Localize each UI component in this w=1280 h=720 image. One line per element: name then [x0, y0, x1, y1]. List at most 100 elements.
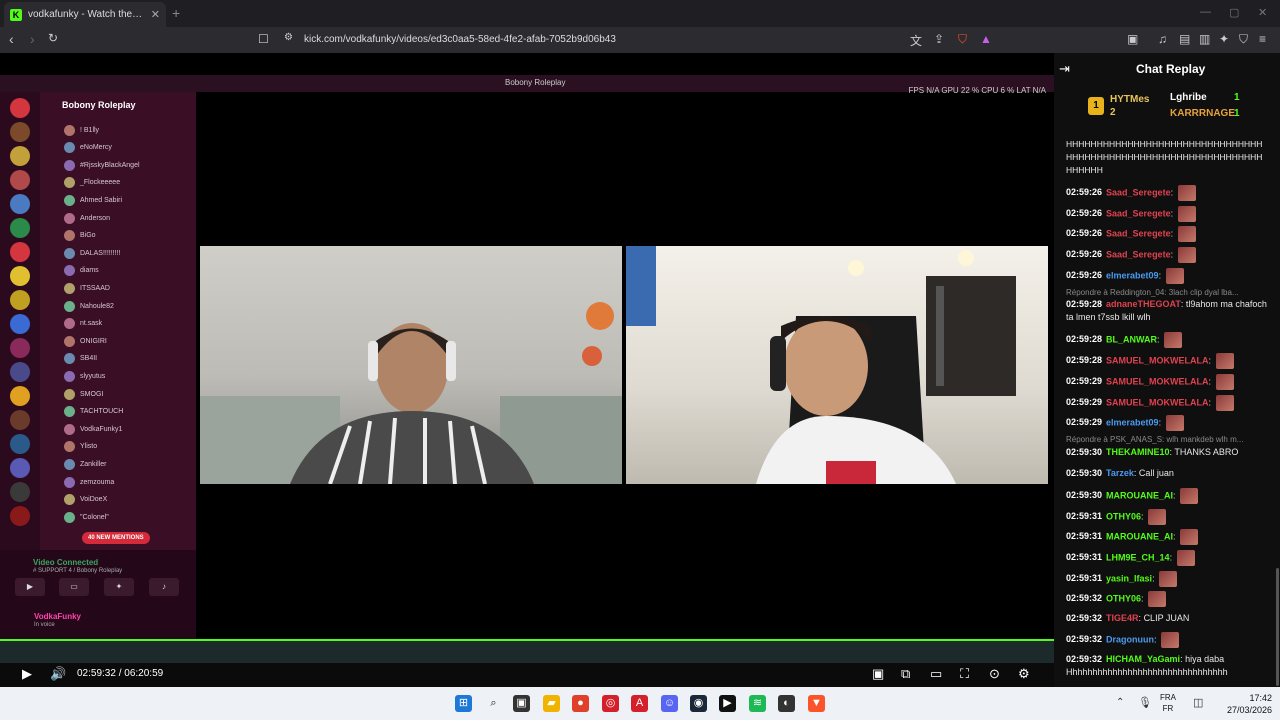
message-username[interactable]: adnaneTHEGOAT	[1106, 299, 1181, 309]
settings-icon[interactable]: ⚙	[1018, 666, 1030, 682]
chat-scrollbar[interactable]	[1276, 568, 1279, 686]
voice-user[interactable]: VodkaFunky1	[64, 421, 122, 437]
reload-icon[interactable]: ↻	[48, 31, 58, 45]
server-icon[interactable]	[10, 170, 30, 190]
voice-user[interactable]: Zankiller	[64, 456, 106, 472]
pip-icon[interactable]: ⧉	[901, 666, 910, 682]
message-username[interactable]: TIGE4R	[1106, 613, 1139, 623]
back-icon[interactable]: ‹	[9, 31, 14, 47]
collapse-chat-icon[interactable]: ⇥	[1059, 61, 1070, 77]
message-username[interactable]: OTHY06	[1106, 511, 1141, 521]
new-mentions-badge[interactable]: 40 NEW MENTIONS	[82, 532, 150, 544]
voice-user[interactable]: Ahmed Sabiri	[64, 192, 122, 208]
server-icon[interactable]	[10, 194, 30, 214]
soundboard-icon[interactable]: ♪	[149, 578, 179, 596]
translate-icon[interactable]: 文	[910, 32, 922, 49]
voice-user[interactable]: Anderson	[64, 210, 110, 226]
message-username[interactable]: Saad_Seregete	[1106, 249, 1171, 259]
message-username[interactable]: Saad_Seregete	[1106, 208, 1171, 218]
message-username[interactable]: Tarzek	[1106, 468, 1134, 478]
wallet-icon[interactable]: ▥	[1199, 32, 1210, 46]
voice-user[interactable]: TACHTOUCH	[64, 404, 123, 420]
message-username[interactable]: MAROUANE_AI	[1106, 490, 1173, 500]
steam-icon[interactable]: ◉	[690, 695, 707, 712]
server-icon[interactable]	[10, 266, 30, 286]
server-icon[interactable]	[10, 386, 30, 406]
reading-list-icon[interactable]: ▤	[1179, 32, 1190, 46]
server-icon[interactable]	[10, 242, 30, 262]
voice-user[interactable]: eNoMercy	[64, 140, 112, 156]
voice-user[interactable]: DALAS!!!!!!!!!	[64, 245, 120, 261]
chrome-icon[interactable]: ●	[572, 695, 589, 712]
server-icon[interactable]	[10, 482, 30, 502]
voice-user[interactable]: Nahoule82	[64, 298, 114, 314]
voice-user[interactable]: zemzouma	[64, 474, 114, 490]
close-tab-icon[interactable]: ✕	[151, 8, 160, 21]
server-icon[interactable]	[10, 290, 30, 310]
bookmark-icon[interactable]: ☐	[258, 32, 269, 46]
server-icon[interactable]	[10, 410, 30, 430]
server-icon[interactable]	[10, 434, 30, 454]
theater-mode-icon[interactable]: ▭	[930, 666, 942, 682]
network-icon[interactable]: ◫	[1193, 696, 1203, 709]
capcut-icon[interactable]: ▶	[719, 695, 736, 712]
server-icon[interactable]	[10, 146, 30, 166]
server-icon[interactable]	[10, 98, 30, 118]
file-explorer-icon[interactable]: ▰	[543, 695, 560, 712]
spotify-icon[interactable]: ≋	[749, 695, 766, 712]
minimize-icon[interactable]: —	[1200, 6, 1211, 18]
reply-context[interactable]: Répondre à PSK_ANAS_S: wlh mankdeb wlh m…	[1066, 435, 1276, 444]
volume-icon[interactable]: 🔊	[50, 666, 66, 682]
site-info-icon[interactable]: ⚙	[284, 32, 293, 43]
app-icon[interactable]: A	[631, 695, 648, 712]
message-username[interactable]: elmerabet09	[1106, 417, 1159, 427]
message-username[interactable]: LHM9E_CH_14	[1106, 552, 1170, 562]
leader-name[interactable]: HYTMes	[1110, 94, 1149, 105]
server-icon[interactable]	[10, 314, 30, 334]
message-username[interactable]: SAMUEL_MOKWELALA	[1106, 397, 1209, 407]
sidebar-toggle-icon[interactable]: ▣	[1127, 32, 1138, 46]
fullscreen-icon[interactable]: ⛶	[960, 666, 969, 682]
close-window-icon[interactable]: ✕	[1258, 6, 1267, 19]
url-field[interactable]: kick.com/vodkafunky/videos/ed3c0aa5-58ed…	[304, 34, 616, 45]
voice-user[interactable]: VoiDoeX	[64, 492, 107, 508]
message-username[interactable]: SAMUEL_MOKWELALA	[1106, 376, 1209, 386]
message-username[interactable]: MAROUANE_AI	[1106, 531, 1173, 541]
leader-name[interactable]: KARRRNAGE	[1170, 108, 1235, 119]
vpn-icon[interactable]: ⛉	[1239, 32, 1248, 47]
voice-user[interactable]: ! B1lly	[64, 122, 99, 138]
message-username[interactable]: elmerabet09	[1106, 270, 1159, 280]
server-icon[interactable]	[10, 338, 30, 358]
browser-tab[interactable]: K vodkafunky - Watch the VOD on Kick ✕	[4, 2, 166, 27]
voice-user[interactable]: _Flockeeeee	[64, 175, 120, 191]
clip-icon[interactable]: ▣	[872, 666, 884, 682]
tray-chevron-icon[interactable]: ⌃	[1116, 697, 1124, 708]
server-icon[interactable]	[10, 218, 30, 238]
voice-user[interactable]: slyyutus	[64, 368, 105, 384]
share-icon[interactable]: ⇪	[934, 32, 944, 46]
microphone-icon[interactable]: 🎙	[1138, 696, 1152, 709]
voice-user[interactable]: ONIGIRI	[64, 333, 107, 349]
brave-shield-icon[interactable]: ⛉	[958, 32, 967, 47]
server-icon[interactable]	[10, 458, 30, 478]
forward-icon[interactable]: ›	[30, 31, 35, 47]
server-icon[interactable]	[10, 506, 30, 526]
voice-user[interactable]: "Colonel"	[64, 509, 109, 525]
screen-share-icon[interactable]: ▭	[59, 578, 89, 596]
windows-start-icon[interactable]: ⊞	[455, 695, 472, 712]
camera-icon[interactable]: ▶	[15, 578, 45, 596]
activities-icon[interactable]: ✦	[104, 578, 134, 596]
opera-icon[interactable]: ◎	[602, 695, 619, 712]
reply-context[interactable]: Répondre à Reddington_04: 3lach clip dya…	[1066, 288, 1276, 297]
video-player[interactable]: Bobony Roleplay FPS N/A GPU 22 % CPU 6 %…	[0, 53, 1054, 663]
message-username[interactable]: SAMUEL_MOKWELALA	[1106, 355, 1209, 365]
message-username[interactable]: Saad_Seregete	[1106, 228, 1171, 238]
new-tab-button[interactable]: +	[172, 5, 180, 21]
voice-user[interactable]: #RjsskyBlackAngel	[64, 157, 140, 173]
voice-user[interactable]: nt.sask	[64, 316, 102, 332]
leader-name[interactable]: Lghribe	[1170, 92, 1207, 103]
media-icon[interactable]: ♫	[1158, 32, 1167, 46]
voice-user[interactable]: ITSSAAD	[64, 280, 110, 296]
server-icon[interactable]	[10, 362, 30, 382]
system-clock[interactable]: 17:42 27/03/2026	[1227, 692, 1272, 716]
